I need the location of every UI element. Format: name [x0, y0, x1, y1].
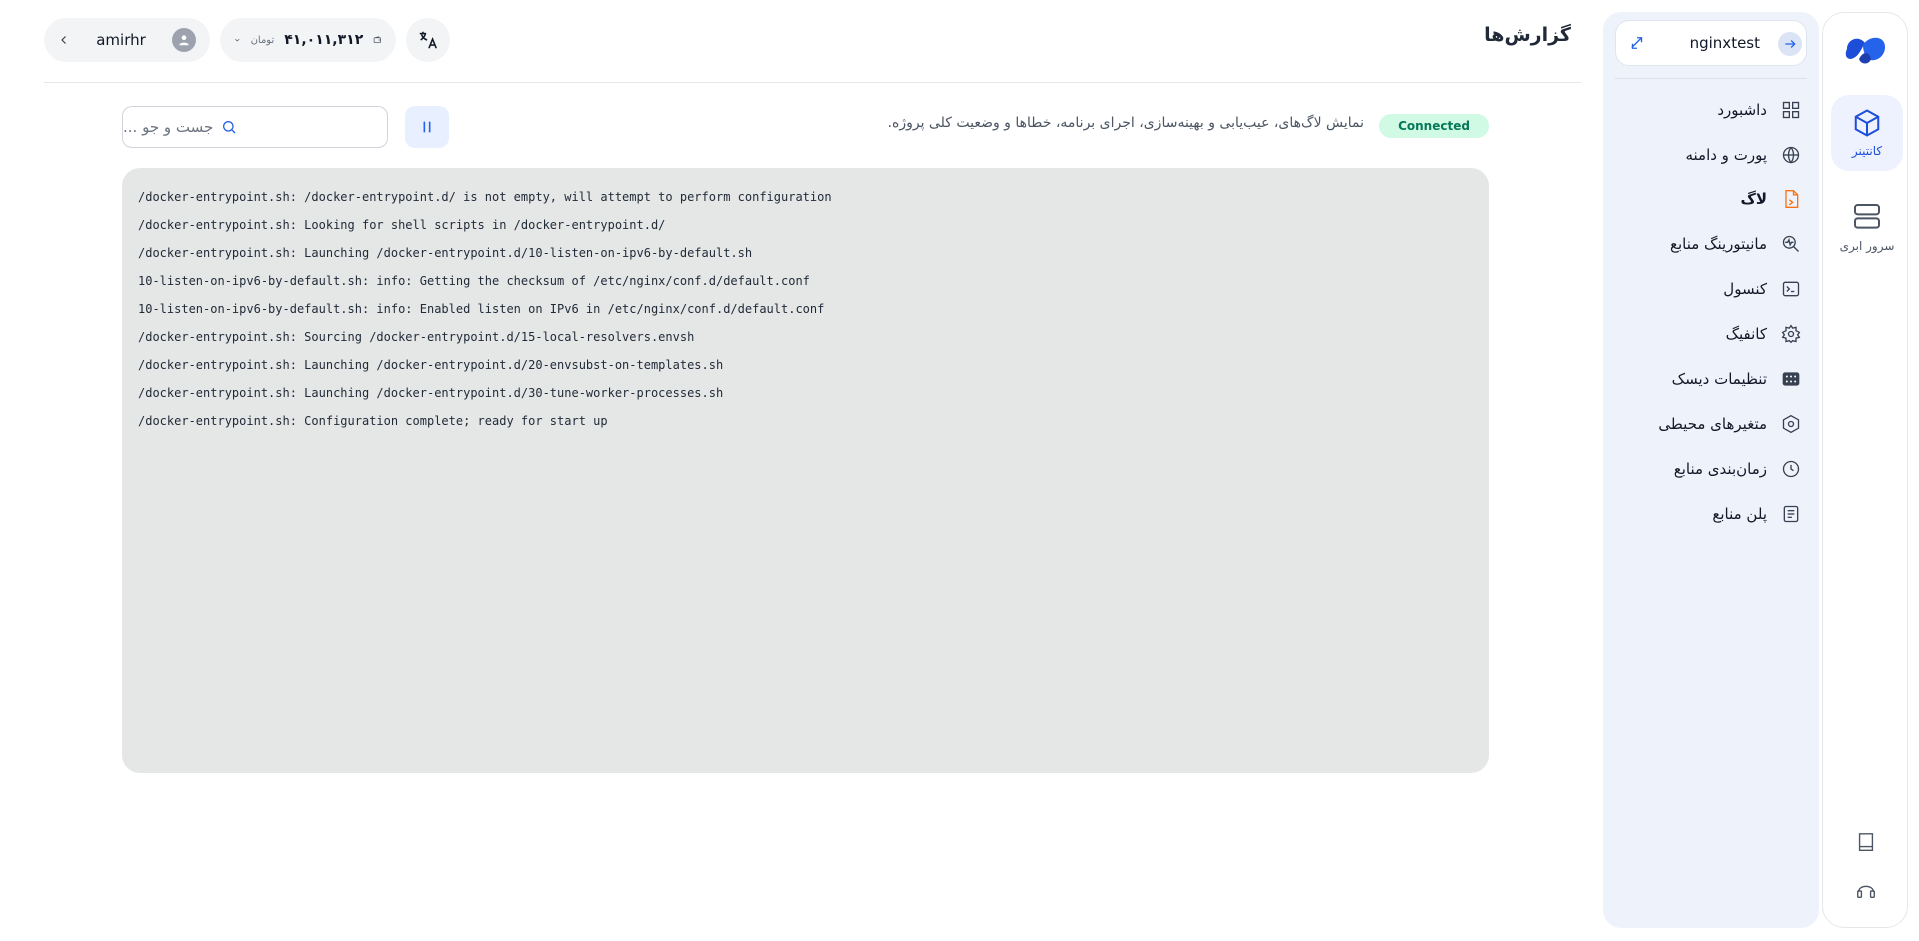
sidebar-item-log[interactable]: لاگ — [1740, 186, 1801, 212]
log-line: /docker-entrypoint.sh: Launching /docker… — [138, 246, 753, 260]
sidebar-item-label: مانیتورینگ منابع — [1669, 235, 1767, 253]
user-menu[interactable]: amirhr — [44, 18, 210, 62]
app-selector[interactable]: nginxtest — [1615, 20, 1807, 66]
sidebar-item-disk-settings[interactable]: تنظیمات دیسک — [1672, 366, 1801, 392]
disk-icon — [1782, 372, 1800, 386]
sidebar-item-label: پلن منابع — [1712, 505, 1767, 523]
sidebar-item-label: متغیرهای محیطی — [1658, 415, 1767, 433]
plan-list-icon — [1783, 505, 1799, 523]
grid-icon — [1782, 101, 1800, 119]
user-icon — [179, 35, 189, 46]
page-description: نمایش لاگ‌های، عیب‌یابی و بهینه‌سازی، اج… — [887, 115, 1364, 131]
log-file-icon — [1785, 190, 1799, 208]
page-title: گزارش‌ها — [1484, 24, 1571, 46]
sidebar-item-dashboard[interactable]: داشبورد — [1717, 97, 1801, 123]
sidebar-item-console[interactable]: کنسول — [1723, 276, 1801, 302]
chevron-left-icon[interactable] — [58, 34, 70, 46]
sidebar: nginxtest داشبورد پورت و دامنه لاگ مانیت… — [1603, 12, 1819, 928]
log-line: 10-listen-on-ipv6-by-default.sh: info: G… — [138, 274, 810, 288]
header-divider — [44, 82, 1581, 83]
rail-item-container[interactable]: کانتینر — [1831, 95, 1903, 171]
pause-button[interactable] — [405, 106, 449, 148]
swap-icon[interactable] — [1628, 34, 1646, 52]
clock-icon — [1782, 460, 1800, 478]
monitor-search-icon — [1782, 235, 1799, 252]
brand-logo[interactable] — [1841, 29, 1891, 69]
log-line: /docker-entrypoint.sh: Sourcing /docker-… — [138, 330, 695, 344]
log-line: /docker-entrypoint.sh: Launching /docker… — [138, 386, 724, 400]
sidebar-item-resource-monitoring[interactable]: مانیتورینگ منابع — [1670, 231, 1801, 257]
log-line: /docker-entrypoint.sh: Looking for shell… — [138, 218, 666, 232]
username: amirhr — [96, 31, 146, 49]
terminal-icon — [1782, 281, 1800, 297]
sidebar-item-label: کنسول — [1723, 280, 1767, 298]
pause-icon — [423, 121, 431, 133]
sidebar-item-label: لاگ — [1740, 190, 1767, 208]
rail-item-cloud-server[interactable]: سرور ابری — [1831, 189, 1903, 265]
sidebar-item-env-vars[interactable]: متغیرهای محیطی — [1658, 411, 1801, 437]
headset-icon[interactable] — [1855, 879, 1877, 901]
search-placeholder: جست و جو ... — [123, 118, 214, 136]
wallet-balance[interactable]: تومان ۴۱,۰۱۱,۳۱۲ — [220, 18, 396, 62]
sidebar-item-config[interactable]: کانفیگ — [1726, 321, 1801, 347]
app-rail: کانتینر سرور ابری — [1822, 12, 1908, 928]
sidebar-item-label: داشبورد — [1717, 101, 1767, 119]
gear-icon — [1781, 324, 1801, 344]
language-toggle[interactable] — [406, 18, 450, 62]
search-icon — [223, 121, 236, 134]
chevron-down-icon[interactable] — [234, 34, 241, 46]
log-line: /docker-entrypoint.sh: Launching /docker… — [138, 358, 724, 372]
arrow-right-icon[interactable] — [1778, 32, 1802, 56]
log-line: /docker-entrypoint.sh: /docker-entrypoin… — [138, 190, 832, 204]
cube-icon — [1854, 109, 1880, 137]
rail-item-label: سرور ابری — [1839, 239, 1895, 253]
language-icon — [419, 31, 437, 49]
sidebar-divider — [1615, 78, 1807, 79]
app-name: nginxtest — [1689, 34, 1760, 52]
book-icon[interactable] — [1855, 831, 1877, 853]
topbar: amirhr تومان ۴۱,۰۱۱,۳۱۲ — [44, 18, 450, 62]
wallet-icon — [374, 36, 382, 43]
sidebar-item-label: زمان‌بندی منابع — [1673, 460, 1767, 478]
log-line: 10-listen-on-ipv6-by-default.sh: info: E… — [138, 302, 825, 316]
rail-item-label: کانتینر — [1851, 144, 1883, 158]
sidebar-item-label: تنظیمات دیسک — [1671, 370, 1767, 388]
status-badge: Connected — [1379, 114, 1489, 138]
sidebar-item-label: کانفیگ — [1725, 325, 1767, 343]
currency-label: تومان — [250, 34, 275, 46]
sidebar-item-resource-plan[interactable]: پلن منابع — [1712, 501, 1801, 527]
balance-amount: ۴۱,۰۱۱,۳۱۲ — [284, 32, 364, 48]
sidebar-item-resource-scheduling[interactable]: زمان‌بندی منابع — [1674, 456, 1801, 482]
sidebar-item-port-domain[interactable]: پورت و دامنه — [1685, 142, 1801, 168]
sidebar-item-label: پورت و دامنه — [1685, 146, 1767, 164]
globe-icon — [1782, 146, 1800, 164]
search-input[interactable]: جست و جو ... — [122, 106, 388, 148]
log-line: /docker-entrypoint.sh: Configuration com… — [138, 414, 608, 428]
server-icon — [1854, 204, 1880, 229]
avatar — [172, 28, 196, 52]
hexagon-icon — [1782, 414, 1800, 434]
log-output[interactable]: /docker-entrypoint.sh: /docker-entrypoin… — [122, 168, 1489, 773]
